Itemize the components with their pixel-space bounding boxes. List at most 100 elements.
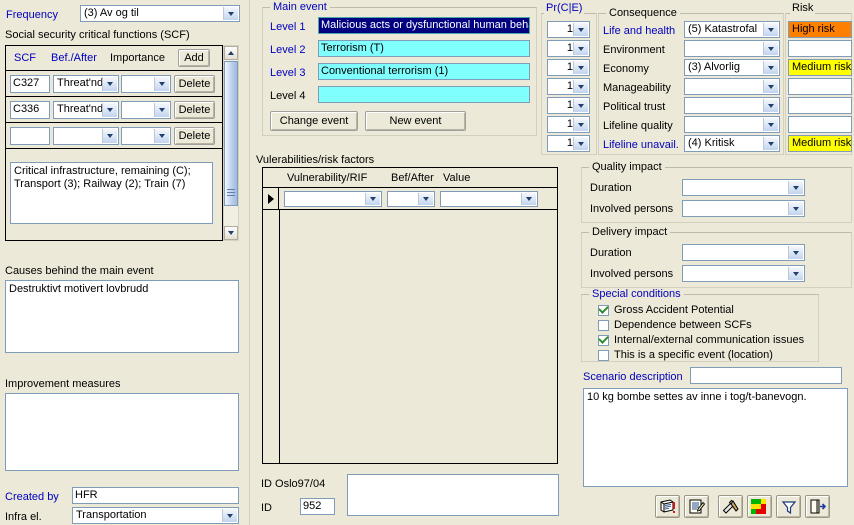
chevron-down-icon[interactable] (223, 7, 238, 20)
chevron-down-icon[interactable] (788, 181, 803, 194)
quality-duration-combo[interactable] (682, 179, 805, 196)
special-condition-row[interactable]: This is a specific event (location) (598, 349, 773, 361)
filter-button[interactable] (776, 495, 801, 518)
scenario-textarea[interactable]: 10 kg bombe settes av inne i tog/t-banev… (583, 388, 848, 487)
chevron-down-icon[interactable] (418, 193, 433, 205)
chevron-down-icon[interactable] (763, 118, 778, 131)
pr-cie-combo-5[interactable]: 1 (547, 97, 590, 114)
scf-importance-combo[interactable] (121, 75, 171, 93)
scf-importance-combo[interactable] (121, 127, 171, 145)
scenario-title-field[interactable] (690, 367, 842, 384)
scf-row: C327 Threat'nd Delete (6, 71, 222, 97)
consequence-combo-economy[interactable]: (3) Alvorlig (684, 59, 780, 76)
delete-scf-button[interactable]: Delete (174, 127, 215, 145)
chevron-down-icon[interactable] (521, 193, 536, 205)
gross-accident-potential-checkbox[interactable] (598, 304, 609, 316)
chevron-down-icon[interactable] (763, 61, 778, 74)
infra-el-combo[interactable]: Transportation (72, 507, 239, 524)
chevron-down-icon[interactable] (573, 137, 588, 150)
chevron-down-icon[interactable] (573, 118, 588, 131)
pr-cie-caption: Pr(C|E) (544, 2, 585, 14)
special-condition-row[interactable]: Internal/external communication issues (598, 334, 804, 346)
new-event-button[interactable]: New event (365, 111, 466, 131)
level-3-field[interactable]: Conventional terrorism (1) (318, 63, 530, 80)
dependence-between-scfs-checkbox[interactable] (598, 319, 609, 331)
consequence-combo-environment[interactable] (684, 40, 780, 57)
consequence-combo-lifeline-quality[interactable] (684, 116, 780, 133)
scroll-down-button[interactable] (224, 226, 238, 240)
quality-involved-combo[interactable] (682, 200, 805, 217)
frequency-combo[interactable]: (3) Av og til (80, 5, 240, 22)
chevron-down-icon[interactable] (573, 80, 588, 93)
chevron-down-icon[interactable] (763, 137, 778, 150)
causes-textarea[interactable]: Destruktivt motivert lovbrudd (5, 280, 239, 353)
special-condition-row[interactable]: Dependence between SCFs (598, 319, 752, 331)
pr-cie-combo-1[interactable]: 1 (547, 21, 590, 38)
scroll-up-button[interactable] (224, 46, 238, 60)
consequence-label-political-trust: Political trust (603, 101, 666, 113)
chevron-down-icon[interactable] (154, 77, 169, 91)
add-scf-button[interactable]: Add (178, 49, 210, 67)
vulnerability-value-combo[interactable] (440, 191, 538, 207)
consequence-combo-manageability[interactable] (684, 78, 780, 95)
consequence-combo-life-and-health[interactable]: (5) Katastrofal (684, 21, 780, 38)
scf-code-field[interactable]: C327 (10, 75, 50, 93)
chevron-down-icon[interactable] (763, 99, 778, 112)
scf-importance-combo[interactable] (121, 101, 171, 119)
chevron-down-icon[interactable] (573, 99, 588, 112)
delete-scf-button[interactable]: Delete (174, 75, 215, 93)
edit-document-button[interactable] (684, 495, 709, 518)
created-by-field[interactable]: HFR (72, 487, 239, 504)
id-field[interactable]: 952 (300, 498, 335, 515)
chevron-down-icon[interactable] (763, 42, 778, 55)
special-condition-row[interactable]: Gross Accident Potential (598, 304, 734, 316)
exit-button[interactable] (805, 495, 830, 518)
delivery-involved-combo[interactable] (682, 265, 805, 282)
vulnerability-rif-combo[interactable] (284, 191, 382, 207)
chevron-down-icon[interactable] (102, 129, 117, 143)
chevron-down-icon[interactable] (573, 42, 588, 55)
consequence-combo-political-trust[interactable] (684, 97, 780, 114)
scf-scrollbar[interactable] (223, 45, 239, 241)
chevron-down-icon[interactable] (573, 61, 588, 74)
scf-code-field[interactable] (10, 127, 50, 145)
chevron-down-icon[interactable] (154, 103, 169, 117)
improvement-textarea[interactable] (5, 393, 239, 471)
chevron-down-icon[interactable] (102, 103, 117, 117)
change-event-button[interactable]: Change event (270, 111, 358, 131)
consequence-combo-lifeline-unavail[interactable]: (4) Kritisk (684, 135, 780, 152)
chevron-down-icon[interactable] (102, 77, 117, 91)
vulnerability-bef-after-combo[interactable] (387, 191, 435, 207)
level-1-field[interactable]: Malicious acts or dysfunctional human be… (318, 17, 530, 34)
specific-event-location-checkbox[interactable] (598, 349, 609, 361)
chevron-down-icon[interactable] (154, 129, 169, 143)
pr-cie-combo-2[interactable]: 1 (547, 40, 590, 57)
chevron-down-icon[interactable] (788, 267, 803, 280)
risk-matrix-button[interactable] (747, 495, 772, 518)
chevron-down-icon[interactable] (788, 202, 803, 215)
delivery-impact-group: Delivery impact Duration Involved person… (581, 226, 852, 288)
pr-cie-combo-7[interactable]: 1 (547, 135, 590, 152)
pr-cie-combo-6[interactable]: 1 (547, 116, 590, 133)
pr-cie-combo-4[interactable]: 1 (547, 78, 590, 95)
scf-bef-after-combo[interactable]: Threat'nd (53, 101, 119, 119)
scf-bef-after-combo[interactable]: Threat'nd (53, 75, 119, 93)
scrollbar-thumb[interactable] (224, 61, 238, 206)
chevron-down-icon[interactable] (365, 193, 380, 205)
scf-bef-after-combo[interactable] (53, 127, 119, 145)
level-4-field[interactable] (318, 86, 530, 103)
chevron-down-icon[interactable] (788, 246, 803, 259)
chevron-down-icon[interactable] (763, 23, 778, 36)
chevron-down-icon[interactable] (763, 80, 778, 93)
delivery-duration-combo[interactable] (682, 244, 805, 261)
tools-button[interactable] (718, 495, 743, 518)
print-report-button[interactable] (655, 495, 680, 518)
level-2-field[interactable]: Terrorism (T) (318, 40, 530, 57)
scf-code-field[interactable]: C336 (10, 101, 50, 119)
chevron-down-icon[interactable] (222, 509, 237, 522)
communication-issues-checkbox[interactable] (598, 334, 609, 346)
delete-scf-button[interactable]: Delete (174, 101, 215, 119)
pr-cie-combo-3[interactable]: 1 (547, 59, 590, 76)
chevron-down-icon[interactable] (573, 23, 588, 36)
id-notes-textarea[interactable] (347, 474, 559, 516)
